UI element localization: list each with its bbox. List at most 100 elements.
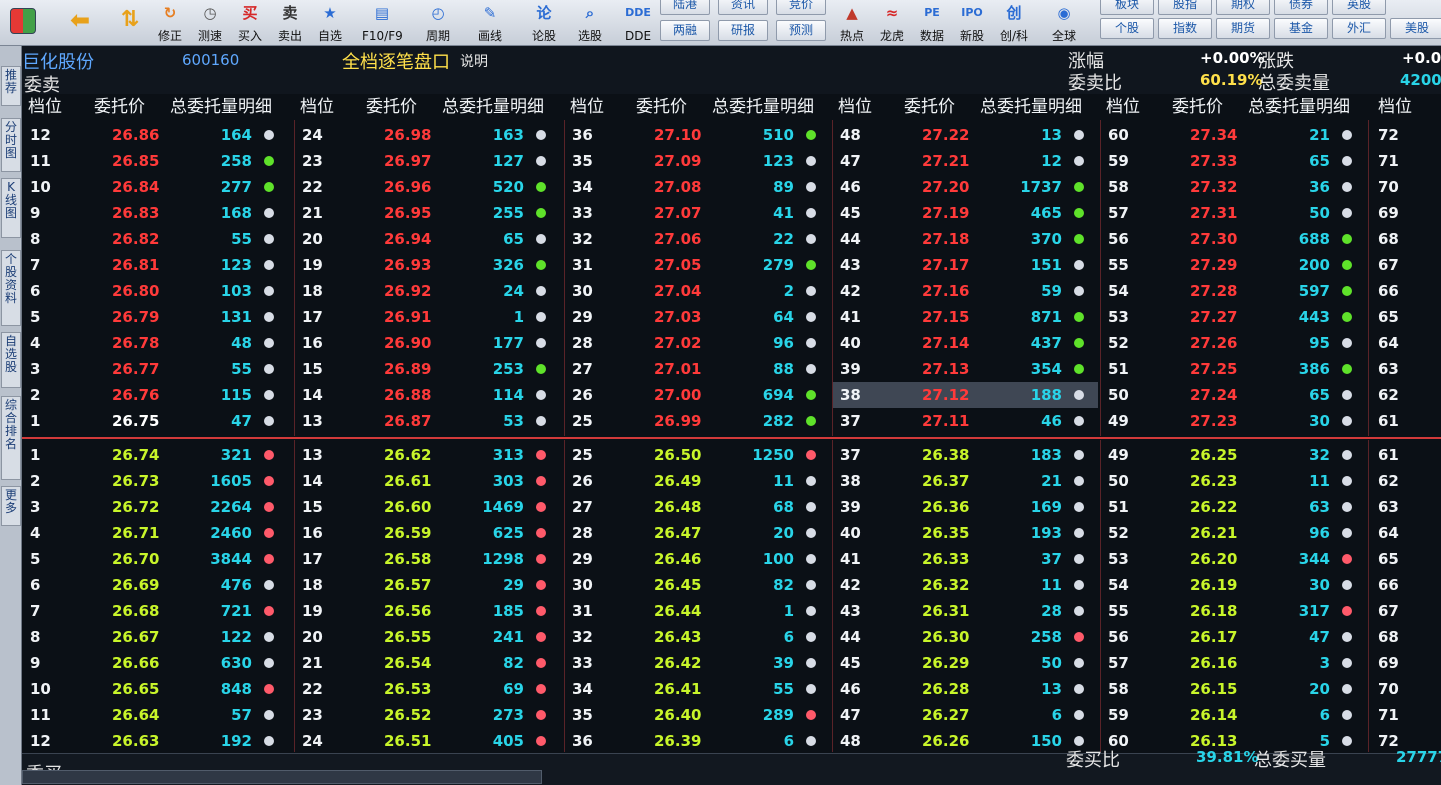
volume-cell: 11 [773,472,794,490]
toolbar-button2-3[interactable]: IPO 新股 [952,0,992,46]
volume-cell: 630 [220,654,252,672]
market-button[interactable]: 美股 [1390,18,1441,39]
order-dot [536,632,546,642]
toolbar-button2-5[interactable]: ◉ 全球 [1044,0,1084,46]
market-button[interactable]: 外汇 [1332,18,1386,39]
order-dot [1342,156,1352,166]
price-cell: 26.49 [654,472,702,490]
toolbar-button-10[interactable]: ✎ 画线 [470,0,510,46]
volume-cell: 69 [503,680,524,698]
toolbar-grid-button[interactable]: 陆港 [660,0,710,15]
level-cell: 50 [1108,386,1129,404]
order-dot [1342,416,1352,426]
sidebar-tab-2[interactable]: K线图 [1,178,21,238]
horizontal-scrollbar[interactable] [22,770,542,784]
level-cell: 41 [840,308,861,326]
sidebar-tab-3[interactable]: 个股资料 [1,250,21,326]
level-cell: 54 [1108,576,1129,594]
chuang-icon: 创 [1006,4,1022,22]
level-cell-edge: 67 [1378,602,1399,620]
toolbar-button-6[interactable]: 卖卖出 [270,0,310,46]
toolbar-button2-0[interactable]: ▲ 热点 [832,0,872,46]
total-buy-label: 总委买量 [1254,750,1326,771]
market-button[interactable]: 股指 [1158,0,1212,15]
volume-cell: 20 [773,524,794,542]
toolbar-grid-button[interactable]: 竞价 [776,0,826,15]
toolbar-button-label: 热点 [839,29,864,43]
price-cell: 27.21 [922,152,970,170]
toolbar-grid-button[interactable]: 两融 [660,20,710,41]
toolbar-button-7[interactable]: ★ 自选 [310,0,350,46]
market-button[interactable]: 基金 [1274,18,1328,39]
volume-cell: 1469 [482,498,524,516]
price-cell: 27.04 [654,282,702,300]
market-button[interactable]: 英股 [1332,0,1386,15]
volume-cell: 122 [220,628,252,646]
toolbar-button-8[interactable]: ▤ F10/F9 [362,0,403,46]
level-cell: 13 [302,446,323,464]
market-button[interactable]: 个股 [1100,18,1154,39]
market-button[interactable]: 期权 [1216,0,1270,15]
sidebar-tab-1[interactable]: 分时图 [1,118,21,172]
volume-cell: 177 [492,334,524,352]
price-cell: 26.97 [384,152,432,170]
order-dot [1074,156,1084,166]
sidebar-tab-4[interactable]: 自选股 [1,332,21,388]
toolbar-button-2[interactable]: ⇅ [110,0,150,46]
toolbar-grid-button[interactable]: 预测 [776,20,826,41]
volume-cell: 28 [1041,602,1062,620]
order-dot [536,710,546,720]
toolbar-button-1[interactable]: ⬅ [60,0,100,46]
price-cell: 27.17 [922,256,970,274]
volume-cell: 46 [1041,412,1062,430]
price-cell: 26.87 [384,412,432,430]
volume-cell: 871 [1030,308,1062,326]
toolbar-button-3[interactable]: ↻ 修正 [150,0,190,46]
toolbar-grid-button[interactable]: 资讯 [718,0,768,15]
order-dot [806,710,816,720]
toolbar-button2-4[interactable]: 创创/科 [994,0,1034,46]
volume-cell: 24 [503,282,524,300]
level-cell: 7 [30,602,41,620]
toolbar-button-4[interactable]: ◷ 测速 [190,0,230,46]
toolbar-button-9[interactable]: ◴ 周期 [418,0,458,46]
sidebar-tab-6[interactable]: 更多 [1,486,21,526]
toolbar-button-12[interactable]: ⌕ 选股 [570,0,610,46]
toolbar-button-label: 新股 [959,29,984,43]
level-cell: 50 [1108,472,1129,490]
column-headers: 档位 委托价 总委托量明细 档位 委托价 总委托量明细 档位 委托价 总委托量明细 档位 委托价 总委… [22,94,1441,122]
order-dot [1342,234,1352,244]
level-cell-edge: 64 [1378,334,1399,352]
volume-cell: 65 [1309,386,1330,404]
sidebar-tab-0[interactable]: 推荐 [1,66,21,106]
toolbar-button-11[interactable]: 论论股 [524,0,564,46]
rise-value: +0.00% [1200,49,1265,67]
market-button[interactable]: 期货 [1216,18,1270,39]
header-price: 委托价 [904,97,955,117]
price-cell: 26.14 [1190,706,1238,724]
toolbar-button2-2[interactable]: PE 数据 [912,0,952,46]
level-cell: 37 [840,446,861,464]
toolbar-grid-button[interactable]: 研报 [718,20,768,41]
level-cell-edge: 67 [1378,256,1399,274]
toolbar-button-13[interactable]: DDE DDE [618,0,658,46]
market-button[interactable]: 指数 [1158,18,1212,39]
toolbar-button2-1[interactable]: ≈ 龙虎 [872,0,912,46]
volume-cell: 258 [1030,628,1062,646]
order-dot [1074,580,1084,590]
order-dot [806,260,816,270]
order-dot [1342,606,1352,616]
toolbar-button-5[interactable]: 买买入 [230,0,270,46]
level-cell: 17 [302,308,323,326]
market-button[interactable]: 板块 [1100,0,1154,15]
level-cell: 23 [302,152,323,170]
level-cell-edge: 68 [1378,628,1399,646]
sidebar-tab-5[interactable]: 综合排名 [1,396,21,480]
market-button[interactable]: 债券 [1274,0,1328,15]
volume-cell: 114 [492,386,524,404]
order-dot [264,450,274,460]
toolbar-button-0[interactable] [5,0,41,46]
help-link[interactable]: 说明 [460,51,488,71]
level-cell: 44 [840,628,861,646]
level-cell: 11 [30,706,51,724]
